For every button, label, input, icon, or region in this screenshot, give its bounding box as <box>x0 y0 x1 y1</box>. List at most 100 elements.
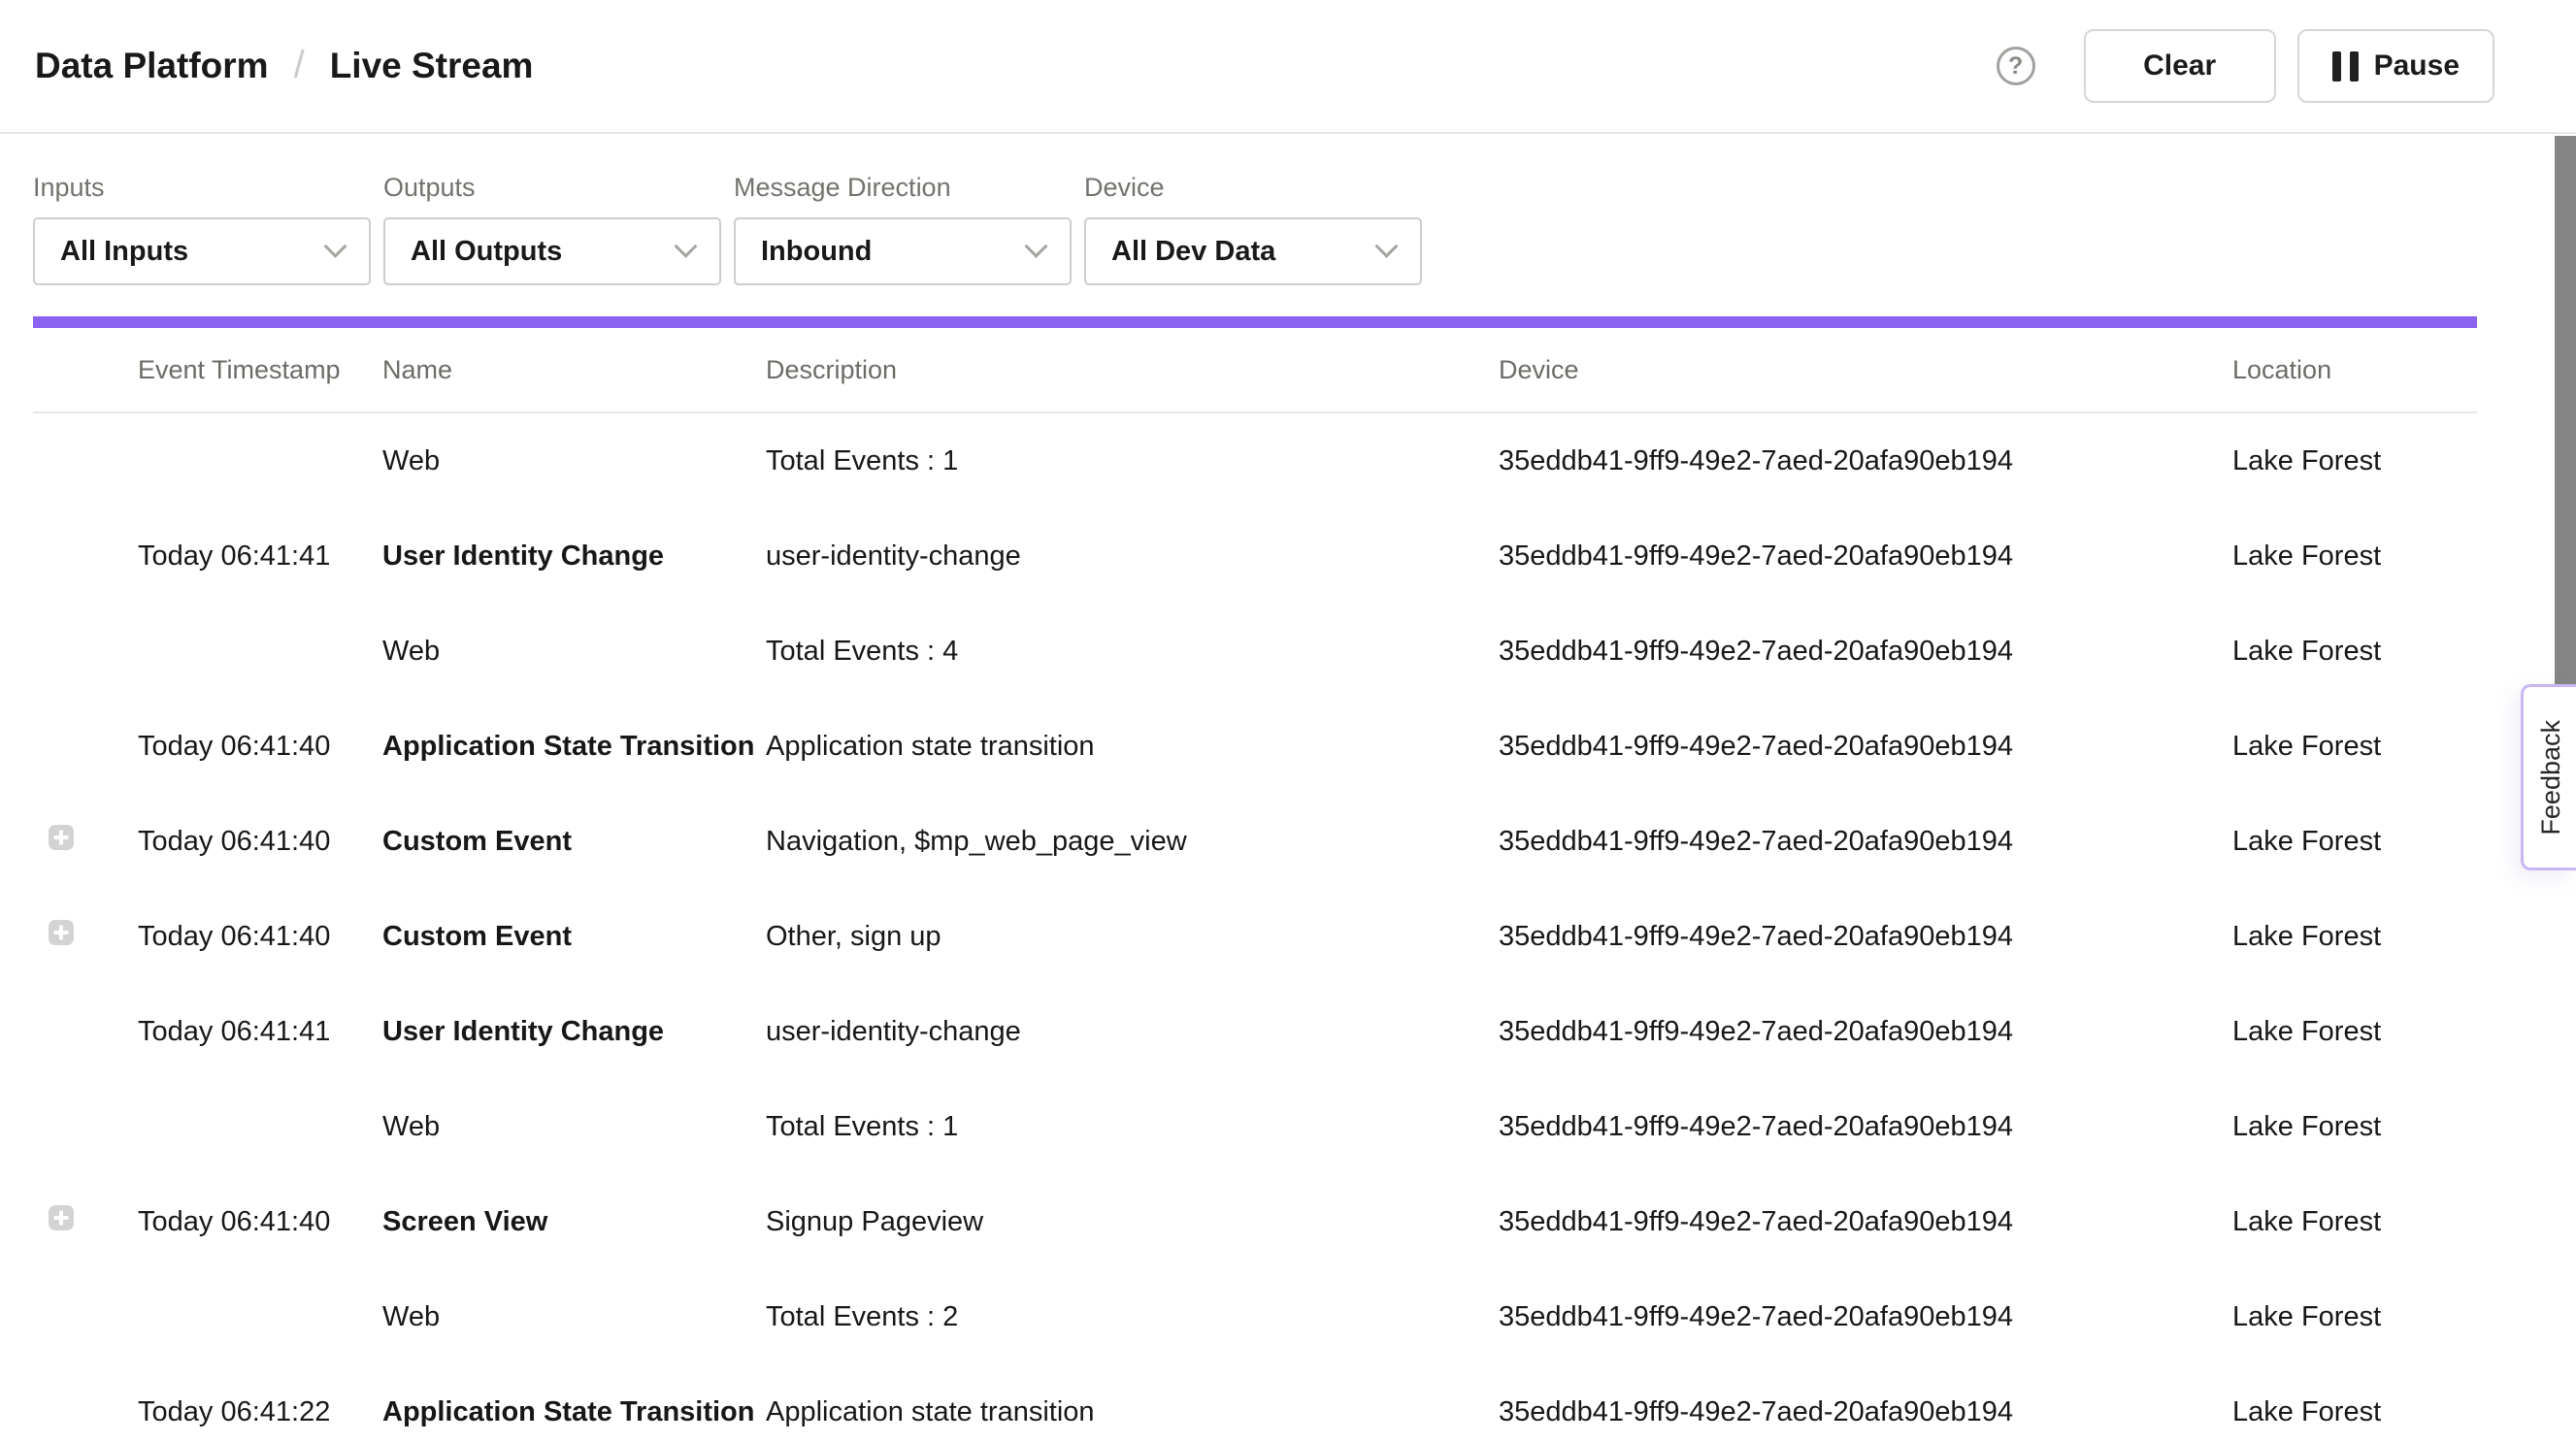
cell-device: 35eddb41-9ff9-49e2-7aed-20afa90eb194 <box>1499 1396 2232 1428</box>
cell-device: 35eddb41-9ff9-49e2-7aed-20afa90eb194 <box>1499 826 2232 858</box>
top-header: Data Platform / Live Stream ? Clear Paus… <box>0 0 2576 134</box>
filter-group-message-direction: Message Direction Inbound <box>734 173 1072 285</box>
table-row[interactable]: Today 06:41:22 Application State Transit… <box>33 1364 2477 1442</box>
expand-icon[interactable] <box>49 1205 74 1230</box>
cell-name: Custom Event <box>382 921 766 953</box>
expand-icon[interactable] <box>49 825 74 850</box>
table-row[interactable]: Today 06:41:41 User Identity Change user… <box>33 508 2477 604</box>
cell-name: Web <box>382 1301 766 1333</box>
column-header-description: Description <box>766 355 1499 385</box>
cell-location: Lake Forest <box>2232 636 2477 668</box>
cell-name: User Identity Change <box>382 541 766 573</box>
outputs-select-value: All Outputs <box>411 236 562 268</box>
events-table: Event Timestamp Name Description Device … <box>33 328 2477 1442</box>
table-row[interactable]: Web Total Events : 1 35eddb41-9ff9-49e2-… <box>33 1079 2477 1174</box>
table-row[interactable]: Web Total Events : 2 35eddb41-9ff9-49e2-… <box>33 1269 2477 1364</box>
cell-device: 35eddb41-9ff9-49e2-7aed-20afa90eb194 <box>1499 1111 2232 1143</box>
cell-expander <box>33 920 138 953</box>
cell-expander <box>33 1110 138 1143</box>
cell-device: 35eddb41-9ff9-49e2-7aed-20afa90eb194 <box>1499 1301 2232 1333</box>
cell-location: Lake Forest <box>2232 1111 2477 1143</box>
chevron-down-icon <box>1024 234 1047 257</box>
chevron-down-icon <box>323 234 347 257</box>
cell-location: Lake Forest <box>2232 1301 2477 1333</box>
table-row[interactable]: Today 06:41:40 Custom Event Other, sign … <box>33 889 2477 984</box>
cell-timestamp: Today 06:41:40 <box>138 826 382 858</box>
message-direction-select-value: Inbound <box>761 236 872 268</box>
column-header-event-timestamp: Event Timestamp <box>138 355 382 385</box>
filter-label-inputs: Inputs <box>33 173 371 202</box>
filter-label-device: Device <box>1084 173 1422 202</box>
cell-timestamp: Today 06:41:22 <box>138 1396 382 1428</box>
table-row[interactable]: Web Total Events : 1 35eddb41-9ff9-49e2-… <box>33 413 2477 508</box>
cell-location: Lake Forest <box>2232 921 2477 953</box>
cell-name: Screen View <box>382 1206 766 1238</box>
cell-expander <box>33 540 138 573</box>
table-row[interactable]: Today 06:41:40 Custom Event Navigation, … <box>33 794 2477 889</box>
cell-description: Navigation, $mp_web_page_view <box>766 826 1499 858</box>
pause-icon <box>2332 51 2359 82</box>
cell-description: user-identity-change <box>766 541 1499 573</box>
table-header-row: Event Timestamp Name Description Device … <box>33 328 2477 413</box>
table-row[interactable]: Today 06:41:41 User Identity Change user… <box>33 984 2477 1079</box>
cell-name: Custom Event <box>382 826 766 858</box>
cell-name: Web <box>382 636 766 668</box>
cell-device: 35eddb41-9ff9-49e2-7aed-20afa90eb194 <box>1499 541 2232 573</box>
live-stream-page: Data Platform / Live Stream ? Clear Paus… <box>0 0 2576 1442</box>
cell-device: 35eddb41-9ff9-49e2-7aed-20afa90eb194 <box>1499 1016 2232 1048</box>
breadcrumb: Data Platform / Live Stream <box>35 45 533 88</box>
breadcrumb-item-data-platform[interactable]: Data Platform <box>35 46 269 86</box>
column-header-name: Name <box>382 355 766 385</box>
scrollbar-thumb[interactable] <box>2555 136 2576 684</box>
feedback-tab-label: Feedback <box>2536 720 2566 836</box>
cell-description: Signup Pageview <box>766 1206 1499 1238</box>
cell-timestamp: Today 06:41:41 <box>138 541 382 573</box>
outputs-select[interactable]: All Outputs <box>383 217 721 285</box>
cell-location: Lake Forest <box>2232 826 2477 858</box>
cell-description: Application state transition <box>766 1396 1499 1428</box>
cell-name: Application State Transition <box>382 731 766 763</box>
cell-description: Total Events : 1 <box>766 1111 1499 1143</box>
filter-group-inputs: Inputs All Inputs <box>33 173 371 285</box>
cell-description: Total Events : 4 <box>766 636 1499 668</box>
cell-timestamp: Today 06:41:41 <box>138 1016 382 1048</box>
cell-expander <box>33 1205 138 1238</box>
cell-device: 35eddb41-9ff9-49e2-7aed-20afa90eb194 <box>1499 445 2232 477</box>
cell-location: Lake Forest <box>2232 1016 2477 1048</box>
table-row[interactable]: Web Total Events : 4 35eddb41-9ff9-49e2-… <box>33 604 2477 699</box>
device-select[interactable]: All Dev Data <box>1084 217 1422 285</box>
column-header-location: Location <box>2232 355 2477 385</box>
cell-name: Web <box>382 445 766 477</box>
breadcrumb-separator: / <box>294 44 305 87</box>
help-icon[interactable]: ? <box>1997 47 2035 85</box>
chevron-down-icon <box>1374 234 1398 257</box>
cell-device: 35eddb41-9ff9-49e2-7aed-20afa90eb194 <box>1499 921 2232 953</box>
cell-timestamp: Today 06:41:40 <box>138 921 382 953</box>
feedback-tab[interactable]: Feedback <box>2521 684 2576 870</box>
pause-button[interactable]: Pause <box>2297 29 2494 103</box>
cell-expander <box>33 1300 138 1333</box>
filters-bar: Inputs All Inputs Outputs All Outputs Me… <box>0 134 2576 285</box>
pause-button-label: Pause <box>2374 49 2460 82</box>
table-row[interactable]: Today 06:41:40 Application State Transit… <box>33 699 2477 794</box>
device-select-value: All Dev Data <box>1111 236 1275 268</box>
cell-device: 35eddb41-9ff9-49e2-7aed-20afa90eb194 <box>1499 636 2232 668</box>
cell-name: User Identity Change <box>382 1016 766 1048</box>
cell-expander <box>33 1015 138 1048</box>
inputs-select[interactable]: All Inputs <box>33 217 371 285</box>
cell-device: 35eddb41-9ff9-49e2-7aed-20afa90eb194 <box>1499 1206 2232 1238</box>
header-actions: ? Clear Pause <box>1997 29 2494 103</box>
filter-label-outputs: Outputs <box>383 173 721 202</box>
filter-label-message-direction: Message Direction <box>734 173 1072 202</box>
table-row[interactable]: Today 06:41:40 Screen View Signup Pagevi… <box>33 1174 2477 1269</box>
filter-group-outputs: Outputs All Outputs <box>383 173 721 285</box>
breadcrumb-item-live-stream: Live Stream <box>330 46 534 86</box>
cell-description: Total Events : 1 <box>766 445 1499 477</box>
message-direction-select[interactable]: Inbound <box>734 217 1072 285</box>
expand-icon[interactable] <box>49 920 74 945</box>
cell-description: Total Events : 2 <box>766 1301 1499 1333</box>
clear-button[interactable]: Clear <box>2084 29 2276 103</box>
cell-description: Application state transition <box>766 731 1499 763</box>
filter-group-device: Device All Dev Data <box>1084 173 1422 285</box>
cell-description: Other, sign up <box>766 921 1499 953</box>
